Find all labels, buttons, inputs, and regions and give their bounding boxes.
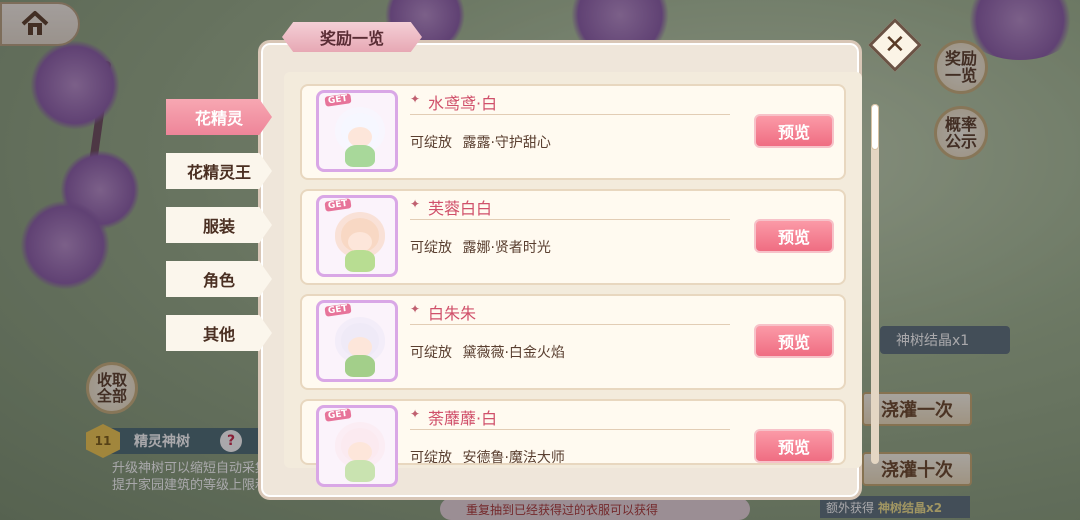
tab-clothing[interactable]: 服装	[166, 207, 272, 243]
get-badge: GET	[324, 303, 352, 317]
spirit-name: 芙蓉白白	[428, 199, 493, 218]
tab-label: 其他	[202, 325, 235, 344]
spirit-portrait[interactable]: GET	[316, 195, 398, 277]
preview-label: 预览	[777, 123, 810, 142]
dialog-title-text: 奖励一览	[319, 29, 384, 48]
tab-label: 服装	[202, 217, 235, 236]
bloom-description: 可绽放 露露·守护甜心	[410, 132, 551, 152]
bloom-prefix: 可绽放	[410, 240, 452, 256]
preview-button[interactable]: 预览	[754, 324, 834, 358]
name-marker-icon: ✦	[410, 92, 421, 106]
spirit-name: 水鸢鸢·白	[428, 94, 498, 113]
preview-button[interactable]: 预览	[754, 429, 834, 463]
preview-label: 预览	[777, 228, 810, 247]
tab-character[interactable]: 角色	[166, 261, 272, 297]
dialog-title: 奖励一览	[282, 22, 422, 52]
scrollbar-track[interactable]	[871, 104, 879, 464]
reward-card: GET ✦ 荼蘼蘼·白 可绽放 安德鲁·魔法大师 预览	[300, 399, 846, 487]
bloom-target: 露娜·贤者时光	[462, 240, 551, 256]
get-badge: GET	[324, 408, 352, 422]
spirit-portrait[interactable]: GET	[316, 405, 398, 487]
tab-label: 角色	[202, 271, 235, 290]
spirit-face	[348, 232, 372, 252]
bloom-description: 可绽放 黛薇薇·白金火焰	[410, 342, 565, 362]
get-badge: GET	[324, 93, 352, 107]
tab-label: 花精灵王	[186, 163, 251, 182]
get-badge: GET	[324, 198, 352, 212]
bloom-target: 安德鲁·魔法大师	[462, 450, 565, 466]
bloom-prefix: 可绽放	[410, 345, 452, 361]
bloom-description: 可绽放 安德鲁·魔法大师	[410, 447, 565, 467]
reward-card: GET ✦ 芙蓉白白 可绽放 露娜·贤者时光 预览	[300, 189, 846, 285]
bloom-description: 可绽放 露娜·贤者时光	[410, 237, 551, 257]
tab-other[interactable]: 其他	[166, 315, 272, 351]
name-marker-icon: ✦	[410, 407, 421, 421]
close-icon: ✕	[884, 29, 906, 60]
reward-card: GET ✦ 白朱朱 可绽放 黛薇薇·白金火焰 预览	[300, 294, 846, 390]
name-marker-icon: ✦	[410, 197, 421, 211]
bloom-prefix: 可绽放	[410, 450, 452, 466]
bloom-target: 露露·守护甜心	[462, 135, 551, 151]
spirit-name: 白朱朱	[428, 304, 477, 323]
spirit-face	[348, 127, 372, 147]
preview-label: 预览	[777, 438, 810, 457]
reward-card: GET ✦ 水鸢鸢·白 可绽放 露露·守护甜心 预览	[300, 84, 846, 180]
tab-label: 花精灵	[194, 109, 243, 128]
spirit-name: 荼蘼蘼·白	[428, 409, 498, 428]
scrollbar-thumb[interactable]	[871, 104, 879, 150]
tab-flower-spirit[interactable]: 花精灵	[166, 99, 272, 135]
spirit-portrait[interactable]: GET	[316, 300, 398, 382]
spirit-dress	[345, 250, 375, 272]
preview-button[interactable]: 预览	[754, 114, 834, 148]
preview-button[interactable]: 预览	[754, 219, 834, 253]
spirit-portrait[interactable]: GET	[316, 90, 398, 172]
spirit-face	[348, 337, 372, 357]
name-marker-icon: ✦	[410, 302, 421, 316]
spirit-dress	[345, 460, 375, 482]
spirit-dress	[345, 355, 375, 377]
spirit-face	[348, 442, 372, 462]
tab-flower-spirit-king[interactable]: 花精灵王	[166, 153, 272, 189]
spirit-dress	[345, 145, 375, 167]
bloom-prefix: 可绽放	[410, 135, 452, 151]
bloom-target: 黛薇薇·白金火焰	[462, 345, 565, 361]
preview-label: 预览	[777, 333, 810, 352]
